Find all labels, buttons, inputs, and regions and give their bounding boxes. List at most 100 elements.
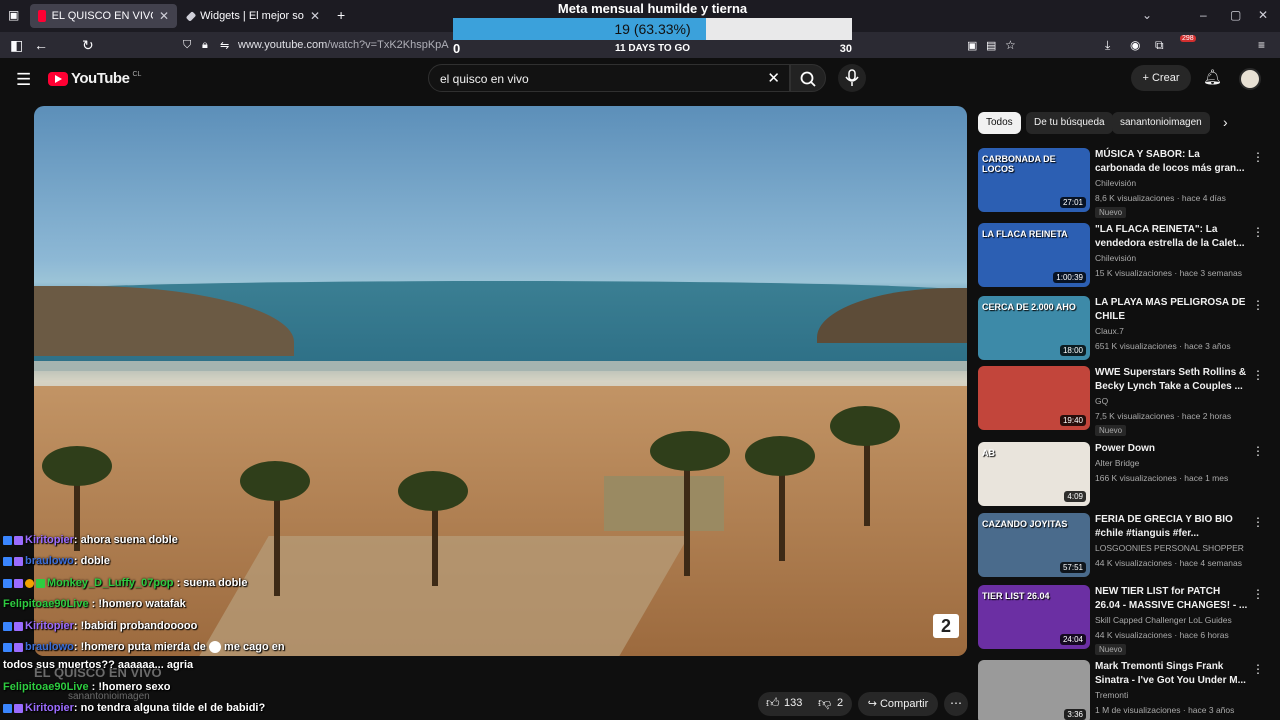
dislike-count[interactable]: 2 [837, 697, 843, 709]
share-button[interactable]: ↪ Compartir [858, 692, 938, 716]
related-channel[interactable]: LOSGOONIES PERSONAL SHOPPER [1095, 543, 1244, 553]
title-line: "LA FLACA REINETA": La [1095, 224, 1218, 235]
like-icon[interactable]: 👍︎ [766, 695, 780, 711]
video-thumbnail[interactable]: AB 4:09 [978, 442, 1090, 506]
related-video-title[interactable]: "LA FLACA REINETA": La vendedora estrella… [1095, 223, 1255, 251]
like-count[interactable]: 133 [784, 697, 802, 709]
thumbnail-text: TIER LIST 26.04 [982, 591, 1050, 601]
more-options-icon[interactable]: ⋮ [1252, 444, 1264, 458]
downloads-icon[interactable]: ⤓ [1105, 38, 1110, 53]
chip-channel[interactable]: sanantonioimagen [1112, 112, 1210, 134]
avatar[interactable] [1239, 68, 1261, 90]
related-video-title[interactable]: NEW TIER LIST for PATCH 26.04 - MASSIVE C… [1095, 585, 1255, 613]
reader-icon[interactable]: ▤ [986, 39, 996, 52]
video-thumbnail[interactable]: 3:36 [978, 660, 1090, 720]
voice-search-button[interactable] [838, 64, 866, 92]
youtube-logo[interactable]: YouTube CL [48, 70, 141, 87]
tab-youtube[interactable]: EL QUISCO EN VIVO - YouTube ✕ [30, 4, 177, 28]
related-meta: 7,5 K visualizaciones · hace 2 horas [1095, 411, 1232, 421]
hamburger-menu-icon[interactable]: ☰ [16, 70, 31, 90]
shield-icon[interactable]: ⛉ [183, 39, 191, 52]
related-video-title[interactable]: MÚSICA Y SABOR: La carbonada de locos más… [1095, 148, 1255, 176]
chip-de-tu-busqueda[interactable]: De tu búsqueda [1026, 112, 1113, 134]
thumbnail-text: LA FLACA REINETA [982, 229, 1068, 239]
back-icon[interactable]: ← [34, 37, 48, 53]
clear-search-icon[interactable]: ✕ [767, 69, 780, 87]
chip-todos[interactable]: Todos [978, 112, 1021, 134]
title-line: WWE Superstars Seth Rollins & [1095, 367, 1247, 378]
tab-dropdown-icon[interactable]: ⌄ [1142, 8, 1152, 22]
more-options-icon[interactable]: ⋮ [1252, 662, 1264, 676]
video-thumbnail[interactable]: CAZANDO JOYITAS 57:51 [978, 513, 1090, 577]
related-video-title[interactable]: WWE Superstars Seth Rollins & Becky Lynch… [1095, 366, 1255, 394]
pip-icon[interactable]: ▣ [967, 39, 977, 52]
badge-icon [14, 535, 23, 545]
goal-days-left: 11 DAYS TO GO [614, 43, 691, 54]
thumbnail-text: AB [982, 448, 995, 458]
chat-message: Kiritopier: no tendra alguna tilde el de… [3, 702, 265, 714]
related-channel[interactable]: GQ [1095, 396, 1108, 406]
related-video-title[interactable]: FERIA DE GRECIA Y BIO BIO #chile #tiangui… [1095, 513, 1255, 541]
related-channel[interactable]: Chilevisión [1095, 178, 1136, 188]
search-button[interactable] [790, 64, 826, 92]
maximize-icon[interactable]: ▢ [1230, 8, 1241, 22]
minimize-icon[interactable]: – [1200, 8, 1207, 22]
search-input[interactable]: el quisco en vivo ✕ [428, 64, 790, 92]
related-channel[interactable]: Claux.7 [1095, 326, 1124, 336]
url-field[interactable]: www.youtube.com/watch?v=TxK2KhspKpA [238, 39, 449, 51]
account-icon[interactable]: ◉ [1130, 38, 1140, 52]
related-video-item[interactable]: CARBONADA DE LOCOS 27:01 MÚSICA Y SABOR: L… [978, 148, 1270, 218]
more-options-icon[interactable]: ⋮ [1252, 225, 1264, 239]
more-actions-icon[interactable]: ⋯ [944, 692, 968, 716]
more-options-icon[interactable]: ⋮ [1252, 150, 1264, 164]
dislike-icon[interactable]: 👎︎ [818, 695, 831, 711]
related-video-item[interactable]: LA FLACA REINETA 1:00:39 "LA FLACA REINETA… [978, 223, 1270, 291]
goal-title: Meta mensual humilde y tierna [557, 1, 748, 16]
chat-message: Kiritopier: ahora suena doble [3, 534, 178, 546]
tab-title: EL QUISCO EN VIVO - YouTube [51, 10, 153, 22]
reload-icon[interactable]: ↻ [82, 37, 94, 54]
close-tab-icon[interactable]: ✕ [310, 9, 320, 23]
more-options-icon[interactable]: ⋮ [1252, 587, 1264, 601]
video-thumbnail[interactable]: CARBONADA DE LOCOS 27:01 [978, 148, 1090, 212]
related-video-item[interactable]: 19:40 WWE Superstars Seth Rollins & Becky … [978, 366, 1270, 436]
chevron-right-icon[interactable]: › [1223, 114, 1228, 130]
related-video-item[interactable]: AB 4:09 Power Down Alter Bridge 166 K visual… [978, 442, 1270, 510]
more-options-icon[interactable]: ⋮ [1252, 368, 1264, 382]
more-options-icon[interactable]: ⋮ [1252, 515, 1264, 529]
related-video-title[interactable]: Mark Tremonti Sings Frank Sinatra - I've … [1095, 660, 1255, 688]
related-channel[interactable]: Chilevisión [1095, 253, 1136, 263]
app-menu-icon[interactable]: ≡ [1258, 38, 1265, 52]
widgets-favicon-icon [185, 10, 197, 22]
create-button[interactable]: + Crear [1131, 65, 1191, 91]
related-video-title[interactable]: LA PLAYA MAS PELIGROSA DE CHILE [1095, 296, 1255, 324]
related-video-item[interactable]: CERCA DE 2.000 AHO 18:00 LA PLAYA MAS PELI… [978, 296, 1270, 364]
video-thumbnail[interactable]: CERCA DE 2.000 AHO 18:00 [978, 296, 1090, 360]
related-video-title[interactable]: Power Down [1095, 442, 1255, 456]
tab-widgets[interactable]: Widgets | El mejor software par ✕ [180, 4, 328, 28]
more-options-icon[interactable]: ⋮ [1252, 298, 1264, 312]
like-dislike-group: 👍︎ 133 👎︎ 2 [758, 692, 852, 716]
video-thumbnail[interactable]: 19:40 [978, 366, 1090, 430]
related-video-item[interactable]: TIER LIST 26.04 24:04 NEW TIER LIST for PA… [978, 585, 1270, 655]
window-close-icon[interactable]: ✕ [1258, 8, 1268, 22]
related-video-item[interactable]: 3:36 Mark Tremonti Sings Frank Sinatra - I… [978, 660, 1270, 720]
bookmark-star-icon[interactable]: ☆ [1005, 38, 1016, 52]
extensions-icon[interactable]: ⧉ [1155, 38, 1164, 53]
related-channel[interactable]: Tremonti [1095, 690, 1128, 700]
video-thumbnail[interactable]: LA FLACA REINETA 1:00:39 [978, 223, 1090, 287]
sidebar-icon[interactable]: ◧ [10, 37, 23, 54]
chat-user: braulowo [25, 555, 74, 567]
new-tab-icon[interactable]: + [337, 7, 345, 23]
close-tab-icon[interactable]: ✕ [159, 9, 169, 23]
related-channel[interactable]: Skill Capped Challenger LoL Guides [1095, 615, 1232, 625]
chat-message: Felipitoae90Live : !homero watafak [3, 598, 186, 610]
notifications-bell-icon[interactable]: 🔔︎ [1203, 68, 1222, 86]
related-channel[interactable]: Alter Bridge [1095, 458, 1139, 468]
lock-icon[interactable]: 🔒︎ [202, 39, 208, 52]
related-video-item[interactable]: CAZANDO JOYITAS 57:51 FERIA DE GRECIA Y BI… [978, 513, 1270, 581]
extension-badge[interactable]: 298 [1180, 35, 1196, 42]
tab-list-icon[interactable]: ▣ [8, 8, 19, 22]
permissions-icon[interactable]: ⇋ [220, 39, 229, 52]
video-thumbnail[interactable]: TIER LIST 26.04 24:04 [978, 585, 1090, 649]
